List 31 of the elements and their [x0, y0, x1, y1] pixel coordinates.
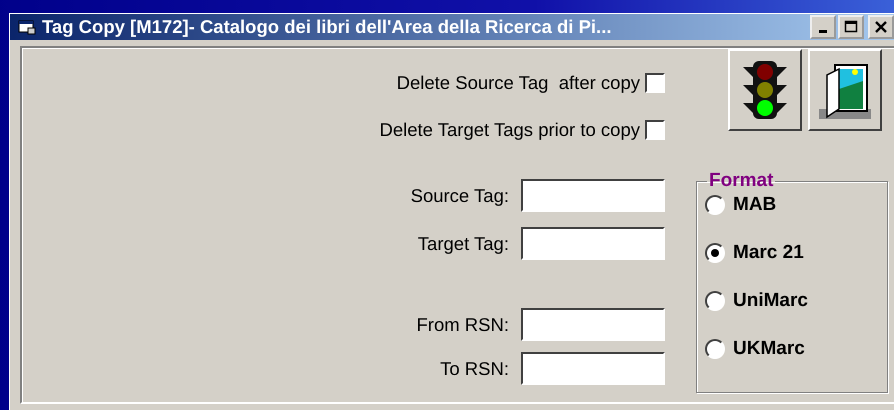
exit-door-button[interactable] — [808, 49, 882, 131]
close-icon — [874, 20, 888, 34]
radio-button[interactable] — [705, 339, 725, 359]
field-label: To RSN: — [440, 358, 509, 380]
close-button[interactable] — [868, 15, 894, 39]
minimize-button[interactable] — [810, 15, 836, 39]
format-group-title: Format — [708, 171, 774, 191]
maximize-icon — [844, 20, 858, 34]
checkbox-label: Delete Source Tag after copy — [396, 72, 640, 94]
field-label: From RSN: — [416, 314, 509, 336]
radio-label: Marc 21 — [733, 242, 804, 264]
radio-label: UniMarc — [733, 290, 808, 312]
field-label: Target Tag: — [418, 232, 509, 254]
radio-button[interactable] — [705, 291, 725, 311]
minimize-icon — [819, 30, 827, 32]
checkbox-label: Delete Target Tags prior to copy — [379, 119, 640, 141]
maximize-button[interactable] — [838, 15, 864, 39]
checkbox[interactable] — [645, 73, 665, 93]
radio-button[interactable] — [705, 195, 725, 215]
text-field[interactable] — [521, 352, 665, 385]
radio-label: UKMarc — [733, 338, 805, 360]
traffic-light-button[interactable] — [728, 49, 802, 131]
window-title: Tag Copy [M172]- Catalogo dei libri dell'Area della Ricerca di Pi... — [42, 16, 612, 38]
text-field[interactable] — [521, 179, 665, 212]
text-field[interactable] — [521, 308, 665, 341]
text-field[interactable] — [521, 227, 665, 260]
checkbox[interactable] — [645, 120, 665, 140]
radio-label: MAB — [733, 194, 776, 216]
window-app-icon — [18, 19, 36, 35]
radio-button[interactable] — [705, 243, 725, 263]
field-label: Source Tag: — [410, 184, 509, 206]
